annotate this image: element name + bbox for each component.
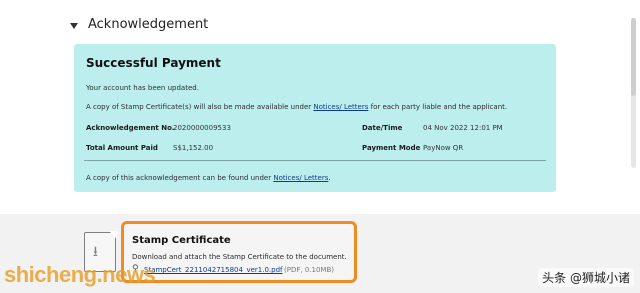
watermark-right: 头条 @狮城小诸 xyxy=(538,268,634,287)
panel-title: Successful Payment xyxy=(86,56,221,70)
success-panel: Successful Payment Your account has been… xyxy=(74,44,556,192)
payment-mode-value: PayNow QR xyxy=(423,144,464,152)
ack-no-label: Acknowledgement No. xyxy=(86,124,175,132)
ack-copy-text: A copy of this acknowledgement can be fo… xyxy=(86,174,331,182)
panel-divider xyxy=(84,160,546,161)
section-title: Acknowledgement xyxy=(88,16,209,32)
line2-suffix: for each party liable and the applicant. xyxy=(368,103,508,111)
date-value: 04 Nov 2022 12:01 PM xyxy=(423,124,503,132)
line3-prefix: A copy of this acknowledgement can be fo… xyxy=(86,174,274,182)
page: Acknowledgement Successful Payment Your … xyxy=(0,0,640,293)
date-label: Date/Time xyxy=(362,124,403,132)
stamp-certificate-file-link[interactable]: StampCert_2211042715804_ver1.0.pdf xyxy=(144,266,283,274)
stamp-cert-availability-text: A copy of Stamp Certificate(s) will also… xyxy=(86,103,507,111)
stamp-certificate-card: Stamp Certificate Download and attach th… xyxy=(121,221,357,283)
scrollbar-thumb[interactable] xyxy=(631,18,636,96)
acknowledgement-header[interactable]: Acknowledgement xyxy=(70,14,208,34)
stamp-description: Download and attach the Stamp Certificat… xyxy=(132,253,347,261)
stamp-title: Stamp Certificate xyxy=(132,235,231,246)
account-updated-text: Your account has been updated. xyxy=(86,84,199,92)
total-value: S$1,152.00 xyxy=(173,144,214,152)
scrollbar[interactable] xyxy=(631,18,636,168)
ack-no-value: 2020000009533 xyxy=(173,124,231,132)
watermark-left: shicheng.news xyxy=(4,262,156,287)
notices-letters-link-2[interactable]: Notices/ Letters xyxy=(273,174,328,182)
chevron-down-icon[interactable] xyxy=(70,23,78,29)
file-meta: (PDF, 0.10MB) xyxy=(284,266,334,274)
payment-mode-label: Payment Mode xyxy=(362,144,421,152)
document-fold xyxy=(109,231,117,239)
notices-letters-link[interactable]: Notices/ Letters xyxy=(313,103,368,111)
line2-prefix: A copy of Stamp Certificate(s) will also… xyxy=(86,103,314,111)
line3-suffix: . xyxy=(328,174,331,182)
total-label: Total Amount Paid xyxy=(86,144,158,152)
